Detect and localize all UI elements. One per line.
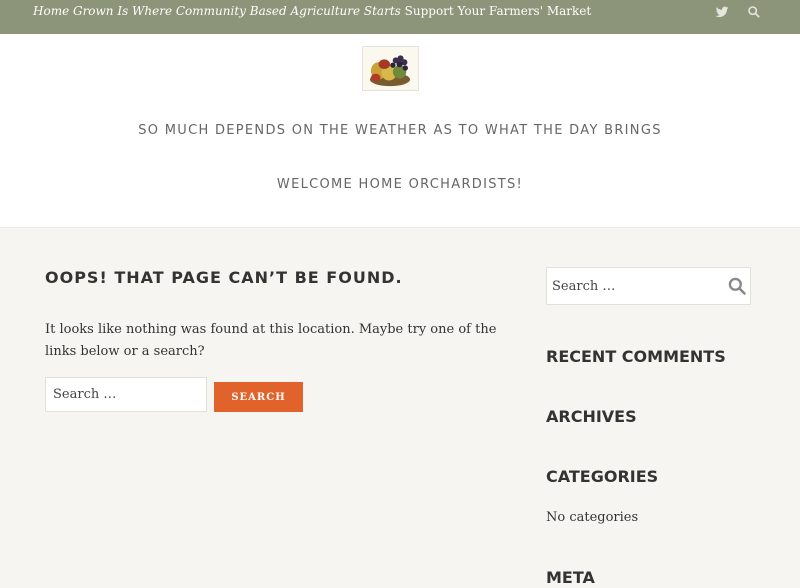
search-icon[interactable]	[746, 4, 762, 20]
search-button[interactable]: Search	[214, 382, 303, 412]
twitter-icon[interactable]	[714, 4, 730, 20]
sidebar-search-icon[interactable]	[727, 276, 747, 296]
header-line-weather: SO MUCH DEPENDS ON THE WEATHER AS TO WHA…	[138, 123, 662, 138]
recent-comments-heading: RECENT COMMENTS	[546, 347, 726, 366]
meta-heading: META	[546, 568, 595, 587]
site-tagline: Home Grown Is Where Community Based Agri…	[33, 4, 591, 18]
main-search-input[interactable]	[45, 377, 207, 412]
sidebar-search-input[interactable]	[547, 268, 722, 304]
top-bar: Home Grown Is Where Community Based Agri…	[0, 0, 800, 34]
tagline-italic: Home Grown Is Where Community Based Agri…	[33, 4, 401, 18]
sidebar-search-box	[546, 267, 751, 305]
categories-heading: CATEGORIES	[546, 467, 659, 486]
page-title: OOPS! THAT PAGE CAN’T BE FOUND.	[45, 268, 403, 287]
site-header: SO MUCH DEPENDS ON THE WEATHER AS TO WHA…	[0, 34, 800, 228]
header-line-welcome: WELCOME HOME ORCHARDISTS!	[276, 177, 524, 192]
archives-heading: ARCHIVES	[546, 407, 637, 426]
fruit-basket-logo[interactable]	[362, 46, 419, 91]
no-categories-text: No categories	[546, 510, 639, 525]
not-found-description: It looks like nothing was found at this …	[45, 322, 497, 359]
tagline-plain: Support Your Farmers' Market	[404, 4, 592, 18]
